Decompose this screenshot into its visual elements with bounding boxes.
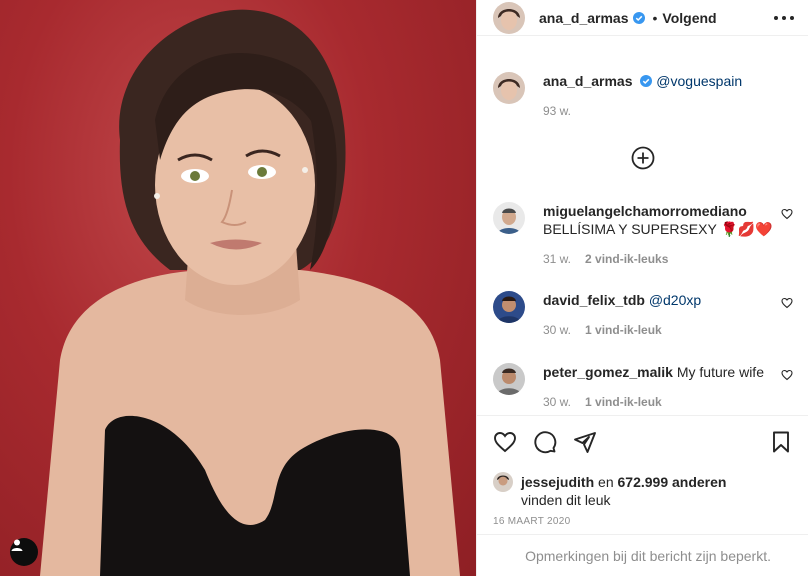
heart-icon[interactable] <box>781 369 793 381</box>
author-username[interactable]: ana_d_armas <box>539 10 629 26</box>
comment-time[interactable]: 31 w. <box>543 252 571 266</box>
liker-username[interactable]: jessejudith <box>521 474 594 490</box>
comment-content: miguelangelchamorromediano BELLÍSIMA Y S… <box>543 202 773 266</box>
commenter-avatar[interactable] <box>493 363 525 395</box>
comment-content: david_felix_tdb @d20xp 30 w. 1 vind-ik-le… <box>543 291 773 337</box>
comment-content: peter_gomez_malik My future wife 30 w. 1 … <box>543 363 773 409</box>
likes-connector: en <box>598 474 614 490</box>
photo-illustration <box>40 9 460 576</box>
caption-content: ana_d_armas @voguespain 93 w. <box>543 72 773 118</box>
comment-likes[interactable]: 1 vind-ik-leuk <box>585 323 662 337</box>
comment-icon[interactable] <box>533 430 557 454</box>
post-side-panel: ana_d_armas • Volgend ana_d_armas @vogue… <box>476 0 808 576</box>
commenter-avatar[interactable] <box>493 202 525 234</box>
comment-time[interactable]: 30 w. <box>543 323 571 337</box>
post-date[interactable]: 16 MAART 2020 <box>493 516 570 527</box>
post-actions: jessejudith en 672.999 anderen vinden di… <box>477 415 808 576</box>
paper-plane-icon[interactable] <box>573 430 597 454</box>
bookmark-icon[interactable] <box>769 430 793 454</box>
action-icons <box>493 430 793 456</box>
comment-likes[interactable]: 2 vind-ik-leuks <box>585 252 668 266</box>
comment-username[interactable]: david_felix_tdb <box>543 292 645 308</box>
heart-icon[interactable] <box>781 297 793 309</box>
caption-mention[interactable]: @voguespain <box>656 73 742 89</box>
liker-avatar[interactable] <box>493 472 513 492</box>
separator-dot: • <box>652 9 658 26</box>
comment-emoji: 🌹💋❤️ <box>720 221 773 237</box>
caption-time[interactable]: 93 w. <box>543 104 773 118</box>
caption-username[interactable]: ana_d_armas <box>543 73 633 89</box>
more-dots-icon[interactable] <box>774 10 794 26</box>
comment-username[interactable]: peter_gomez_malik <box>543 364 673 380</box>
plus-circle-icon[interactable] <box>631 146 655 170</box>
post-header: ana_d_armas • Volgend <box>477 0 808 36</box>
commenter-avatar[interactable] <box>493 291 525 323</box>
comment-username[interactable]: miguelangelchamorromediano <box>543 203 747 219</box>
comment-mention[interactable]: @d20xp <box>649 292 701 308</box>
comment-time[interactable]: 30 w. <box>543 395 571 409</box>
heart-icon[interactable] <box>493 430 517 454</box>
verified-badge-icon <box>640 75 653 87</box>
likes-text: jessejudith en 672.999 anderen vinden di… <box>521 473 726 509</box>
author-avatar[interactable] <box>493 72 525 104</box>
likes-suffix: vinden dit leuk <box>521 492 611 508</box>
comment-text: BELLÍSIMA Y SUPERSEXY <box>543 221 717 237</box>
post-photo[interactable] <box>0 0 476 576</box>
comment-likes[interactable]: 1 vind-ik-leuk <box>585 395 662 409</box>
verified-badge-icon <box>632 11 645 24</box>
comments-section: ana_d_armas @voguespain 93 w. miguelange… <box>477 56 808 414</box>
comment-text: My future wife <box>676 364 764 380</box>
heart-icon[interactable] <box>781 208 793 220</box>
author-avatar[interactable] <box>493 1 525 34</box>
follow-status-button[interactable]: Volgend <box>662 10 716 26</box>
likes-count[interactable]: 672.999 anderen <box>618 474 727 490</box>
comments-restricted-notice: Opmerkingen bij dit bericht zijn beperkt… <box>477 534 808 576</box>
user-tag-icon[interactable] <box>10 538 38 566</box>
